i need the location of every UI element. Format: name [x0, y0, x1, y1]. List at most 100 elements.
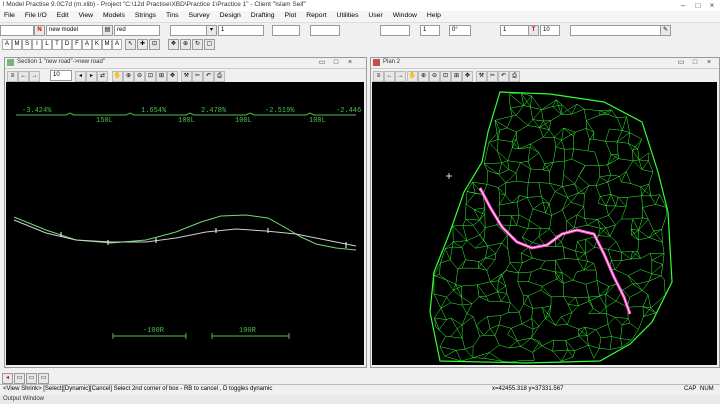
- select-icon[interactable]: ⊡: [149, 39, 160, 50]
- plan-drawing[interactable]: [372, 82, 717, 365]
- plan-zoom-box-icon[interactable]: ⊡: [440, 71, 451, 82]
- menu-file-io[interactable]: File I/O: [21, 11, 51, 19]
- snap-k[interactable]: K: [92, 39, 102, 50]
- section-hand-icon[interactable]: ✋: [112, 71, 123, 82]
- name-button[interactable]: N: [34, 25, 45, 36]
- snap-d[interactable]: D: [62, 39, 72, 50]
- text-style-field[interactable]: 10: [540, 25, 560, 36]
- plan-zoom-out-icon[interactable]: ⊖: [429, 71, 440, 82]
- snap-l[interactable]: L: [42, 39, 52, 50]
- snap-m2[interactable]: M: [102, 39, 112, 50]
- minimize-icon[interactable]: –: [676, 0, 690, 11]
- plan-undo-icon[interactable]: ↶: [498, 71, 509, 82]
- menu-drafting[interactable]: Drafting: [247, 11, 279, 19]
- section-close-icon[interactable]: ×: [345, 58, 355, 67]
- menu-survey[interactable]: Survey: [185, 11, 214, 19]
- plan-close-icon[interactable]: ×: [704, 58, 714, 67]
- plan-viewport[interactable]: [372, 82, 717, 365]
- snap-f[interactable]: F: [72, 39, 82, 50]
- text-size-field[interactable]: 1: [420, 25, 440, 36]
- box-icon[interactable]: ▢: [204, 39, 215, 50]
- name-field[interactable]: [0, 25, 34, 36]
- plan-pan-icon[interactable]: ✥: [462, 71, 473, 82]
- height-field[interactable]: [310, 25, 340, 36]
- section-zoom-out-icon[interactable]: ⊖: [134, 71, 145, 82]
- plan-hand-icon[interactable]: ✋: [407, 71, 418, 82]
- plan-minimize-icon[interactable]: ▭: [676, 58, 686, 67]
- plan-right-icon[interactable]: →: [395, 71, 406, 82]
- pen-icon[interactable]: ✎: [660, 25, 671, 36]
- plan-zoom-fit-icon[interactable]: ⊞: [451, 71, 462, 82]
- weight-field[interactable]: 1: [218, 25, 264, 36]
- menu-user[interactable]: User: [364, 11, 386, 19]
- refresh-icon[interactable]: ↻: [192, 39, 203, 50]
- menu-utilities[interactable]: Utilities: [333, 11, 363, 19]
- menu-help[interactable]: Help: [423, 11, 445, 19]
- tab-3-icon[interactable]: ▭: [38, 373, 49, 384]
- section-maximize-icon[interactable]: □: [331, 58, 341, 67]
- section-drawing[interactable]: -3.424% 1.654% 2.478% -2.519% -2.446 150…: [6, 82, 364, 365]
- snap-i[interactable]: I: [32, 39, 42, 50]
- section-zoom-field[interactable]: 10: [50, 70, 72, 81]
- snap-a[interactable]: A: [2, 39, 12, 50]
- style-field[interactable]: [170, 25, 208, 36]
- menu-view[interactable]: View: [74, 11, 97, 19]
- snap-m[interactable]: M: [12, 39, 22, 50]
- section-right-icon[interactable]: →: [29, 71, 40, 82]
- menu-window[interactable]: Window: [389, 11, 421, 19]
- section-print-icon[interactable]: ⎙: [214, 71, 225, 82]
- close-icon[interactable]: ×: [705, 0, 719, 11]
- section-tool-icon[interactable]: ⚒: [181, 71, 192, 82]
- pick-icon[interactable]: ✚: [137, 39, 148, 50]
- width-field[interactable]: [272, 25, 300, 36]
- section-minimize-icon[interactable]: ▭: [317, 58, 327, 67]
- plan-cut-icon[interactable]: ✂: [487, 71, 498, 82]
- output-window-bar[interactable]: Output Window: [0, 395, 720, 404]
- menu-file[interactable]: File: [0, 11, 19, 19]
- textstyle-name-field[interactable]: [570, 25, 662, 36]
- menu-models[interactable]: Models: [99, 11, 129, 19]
- snap-a3[interactable]: A: [112, 39, 122, 50]
- snap-s[interactable]: S: [22, 39, 32, 50]
- model-field[interactable]: new model: [46, 25, 104, 36]
- colour-field[interactable]: red: [114, 25, 160, 36]
- plan-menu-icon[interactable]: ≡: [373, 71, 384, 82]
- maximize-icon[interactable]: □: [691, 0, 705, 11]
- section-zoom-in-icon[interactable]: ⊕: [123, 71, 134, 82]
- menu-report[interactable]: Report: [302, 11, 330, 19]
- menu-design[interactable]: Design: [216, 11, 245, 19]
- tab-scroll-icon[interactable]: ◂: [2, 373, 13, 384]
- section-cut-icon[interactable]: ✂: [192, 71, 203, 82]
- section-flip-icon[interactable]: ⇄: [97, 71, 108, 82]
- menu-strings[interactable]: Strings: [131, 11, 160, 19]
- cursor-icon[interactable]: ↖: [125, 39, 136, 50]
- plan-tool-icon[interactable]: ⚒: [476, 71, 487, 82]
- plan-left-icon[interactable]: ←: [384, 71, 395, 82]
- model-picker-icon[interactable]: ▤: [102, 25, 113, 36]
- section-arrow-left-icon[interactable]: ◂: [75, 71, 86, 82]
- tab-1-icon[interactable]: ▭: [14, 373, 25, 384]
- move-icon[interactable]: ✥: [168, 39, 179, 50]
- snap-t[interactable]: T: [52, 39, 62, 50]
- plan-zoom-in-icon[interactable]: ⊕: [418, 71, 429, 82]
- tab-2-icon[interactable]: ▭: [26, 373, 37, 384]
- section-viewport[interactable]: -3.424% 1.654% 2.478% -2.519% -2.446 150…: [6, 82, 364, 365]
- section-pan-icon[interactable]: ✥: [167, 71, 178, 82]
- section-left-icon[interactable]: ←: [18, 71, 29, 82]
- section-arrow-right-icon[interactable]: ▸: [86, 71, 97, 82]
- angle-field[interactable]: [380, 25, 410, 36]
- plan-maximize-icon[interactable]: □: [690, 58, 700, 67]
- section-menu-icon[interactable]: ≡: [7, 71, 18, 82]
- zoom-icon[interactable]: ⊕: [180, 39, 191, 50]
- text-height-field[interactable]: 1: [500, 25, 530, 36]
- menu-edit[interactable]: Edit: [53, 11, 73, 19]
- snap-a2[interactable]: A: [82, 39, 92, 50]
- section-zoom-box-icon[interactable]: ⊡: [145, 71, 156, 82]
- menu-plot[interactable]: Plot: [281, 11, 301, 19]
- text-style-button[interactable]: T: [528, 25, 539, 36]
- style-picker-icon[interactable]: ▾: [206, 25, 217, 36]
- section-zoom-fit-icon[interactable]: ⊞: [156, 71, 167, 82]
- section-undo-icon[interactable]: ↶: [203, 71, 214, 82]
- rotation-field[interactable]: 0°: [449, 25, 471, 36]
- plan-print-icon[interactable]: ⎙: [509, 71, 520, 82]
